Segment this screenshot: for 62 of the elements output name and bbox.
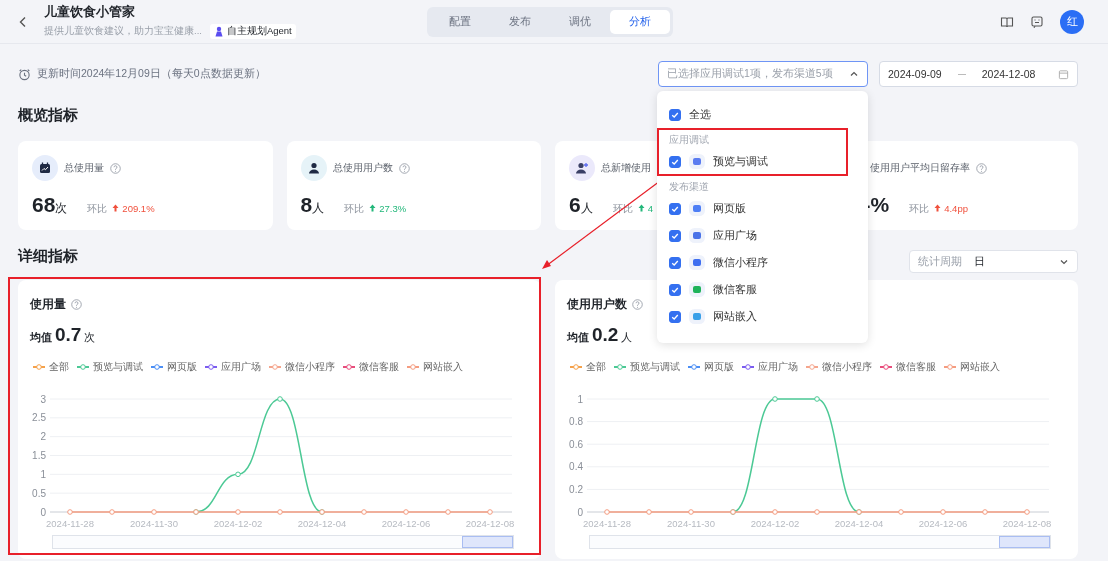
axis-label: 2024-12-02 <box>213 518 263 529</box>
select-value: 日 <box>974 254 985 269</box>
metric-label: 使用用户平均日留存率 <box>869 161 970 175</box>
chart-title: 使用量 <box>30 296 66 312</box>
average-label: 均值 <box>30 331 52 345</box>
axis-label: 2024-12-04 <box>834 518 884 529</box>
axis-label: 2024-12-06 <box>918 518 968 529</box>
metric-label: 总使用量 <box>64 161 104 175</box>
axis-label: 1.5 <box>32 450 46 461</box>
change-value: 209.1% <box>122 202 155 214</box>
section-heading: 详细指标 <box>18 247 78 266</box>
axis-label: 2024-12-06 <box>381 518 431 529</box>
axis-label: 2024-11-30 <box>667 518 715 529</box>
average-value: 0.7 <box>55 324 82 346</box>
select-label: 统计周期 <box>918 254 962 269</box>
metric-unit: 人 <box>580 201 593 217</box>
comparison-label: 环比 <box>87 203 108 216</box>
chart-title: 使用用户数 <box>567 296 627 312</box>
metric-unit: 人 <box>312 201 325 217</box>
average-unit: 次 <box>84 330 96 345</box>
metric-label: 总新增使用 <box>601 161 651 175</box>
average-value: 0.2 <box>592 324 619 346</box>
metric-label: 总使用用户数 <box>332 161 393 175</box>
axis-label: 2 <box>40 431 46 443</box>
change-value: 27.3% <box>379 202 407 214</box>
axis-label: 0.4 <box>569 461 583 473</box>
axis-label: 2024-11-28 <box>583 518 631 529</box>
change-value: 4 <box>647 202 653 214</box>
axis-label: 2.5 <box>32 412 46 424</box>
axis-label: 0 <box>577 506 583 518</box>
app-description: 提供儿童饮食建议，助力宝宝健康... <box>44 25 202 38</box>
axis-label: 2024-12-08 <box>465 518 515 529</box>
section-heading: 概览指标 <box>18 106 78 125</box>
axis-label: 2024-12-04 <box>297 518 347 529</box>
axis-label: 3 <box>40 393 46 405</box>
badge-label: 自主规划Agent <box>226 25 292 38</box>
metric-value: 68 <box>32 193 56 217</box>
change-value: 4.4pp <box>944 202 968 214</box>
app-title: 儿童饮食小管家 <box>44 4 136 21</box>
axis-label: 2024-11-28 <box>46 518 94 529</box>
update-time: 更新时间2024年12月09日（每天0点数据更新） <box>37 67 266 81</box>
group-label: 发布渠道 <box>668 180 710 194</box>
group-label: 应用调试 <box>668 133 710 147</box>
comparison-label: 环比 <box>909 203 930 216</box>
average-label: 均值 <box>567 331 589 345</box>
axis-label: 0.2 <box>569 483 583 495</box>
average-unit: 人 <box>621 330 633 345</box>
metric-value: 8 <box>300 193 313 217</box>
end-date: 2024-12-08 <box>981 68 1036 80</box>
axis-label: 2024-11-30 <box>130 518 178 529</box>
axis-label: 0 <box>40 506 46 518</box>
metric-value: 6 <box>569 193 581 217</box>
comparison-label: 环比 <box>344 203 365 216</box>
axis-label: 0.6 <box>569 438 583 450</box>
metric-unit: 次 <box>55 201 68 217</box>
start-date: 2024-09-09 <box>888 68 942 80</box>
axis-label: 2024-12-02 <box>750 518 800 529</box>
axis-label: 0.8 <box>569 416 583 428</box>
axis-label: 1 <box>40 468 46 480</box>
axis-label: 2024-12-08 <box>1002 518 1052 529</box>
axis-label: 0.5 <box>32 487 46 499</box>
axis-label: 1 <box>577 393 583 405</box>
